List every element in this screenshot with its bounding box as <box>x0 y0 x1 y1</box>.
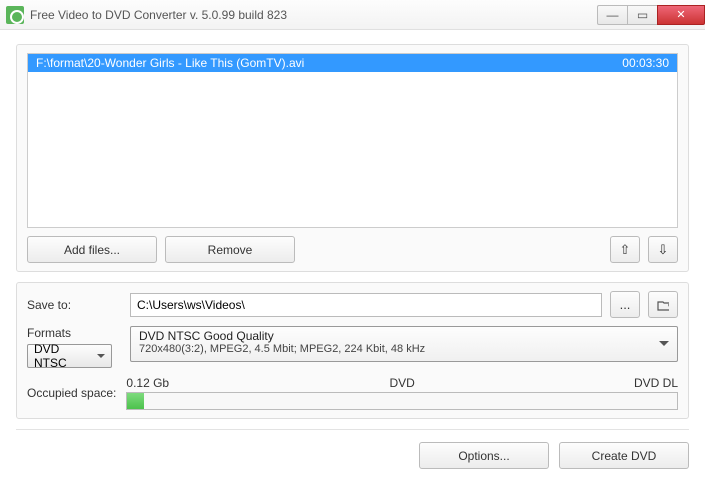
separator <box>16 429 689 430</box>
quality-select[interactable]: DVD NTSC Good Quality 720x480(3:2), MPEG… <box>130 326 678 362</box>
file-list[interactable]: F:\format\20-Wonder Girls - Like This (G… <box>27 53 678 228</box>
create-dvd-button[interactable]: Create DVD <box>559 442 689 469</box>
window-title: Free Video to DVD Converter v. 5.0.99 bu… <box>30 8 287 22</box>
occupied-value: 0.12 Gb <box>126 376 169 390</box>
formats-col: Formats DVD NTSC <box>27 326 122 368</box>
save-path-input[interactable] <box>130 293 602 317</box>
bottom-button-row: Options... Create DVD <box>16 438 689 481</box>
close-button[interactable]: ✕ <box>657 5 705 25</box>
add-files-button[interactable]: Add files... <box>27 236 157 263</box>
settings-panel: Save to: ... Formats DVD NTSC DVD NTSC G… <box>16 282 689 419</box>
quality-title: DVD NTSC Good Quality <box>139 329 657 343</box>
window-controls: — ▭ ✕ <box>597 5 705 25</box>
file-path: F:\format\20-Wonder Girls - Like This (G… <box>36 56 304 70</box>
title-bar: Free Video to DVD Converter v. 5.0.99 bu… <box>0 0 705 30</box>
quality-detail: 720x480(3:2), MPEG2, 4.5 Mbit; MPEG2, 22… <box>139 343 657 355</box>
occupied-progress <box>126 392 678 410</box>
formats-label: Formats <box>27 326 122 340</box>
formats-row: Formats DVD NTSC DVD NTSC Good Quality 7… <box>27 326 678 368</box>
occupied-end-label: DVD DL <box>634 376 678 390</box>
remove-button[interactable]: Remove <box>165 236 295 263</box>
minimize-button[interactable]: — <box>597 5 627 25</box>
options-button[interactable]: Options... <box>419 442 549 469</box>
file-list-item[interactable]: F:\format\20-Wonder Girls - Like This (G… <box>28 54 677 72</box>
occupied-row: Occupied space: 0.12 Gb DVD DVD DL <box>27 376 678 410</box>
file-buttons-row: Add files... Remove ⇧ ⇩ <box>27 236 678 263</box>
open-folder-button[interactable] <box>648 291 678 318</box>
app-icon <box>6 6 24 24</box>
save-to-row: Save to: ... <box>27 291 678 318</box>
file-duration: 00:03:30 <box>622 56 669 70</box>
save-to-label: Save to: <box>27 298 122 312</box>
occupied-progress-area: 0.12 Gb DVD DVD DL <box>126 376 678 410</box>
open-folder-icon <box>657 299 669 311</box>
format-select[interactable]: DVD NTSC <box>27 344 112 368</box>
move-up-button[interactable]: ⇧ <box>610 236 640 263</box>
browse-button[interactable]: ... <box>610 291 640 318</box>
occupied-mid-label: DVD <box>390 376 415 390</box>
occupied-progress-bar <box>127 393 143 409</box>
format-select-value: DVD NTSC <box>34 342 93 370</box>
content-area: F:\format\20-Wonder Girls - Like This (G… <box>0 30 705 502</box>
file-panel: F:\format\20-Wonder Girls - Like This (G… <box>16 44 689 272</box>
move-down-button[interactable]: ⇩ <box>648 236 678 263</box>
maximize-button[interactable]: ▭ <box>627 5 657 25</box>
occupied-label: Occupied space: <box>27 386 116 400</box>
